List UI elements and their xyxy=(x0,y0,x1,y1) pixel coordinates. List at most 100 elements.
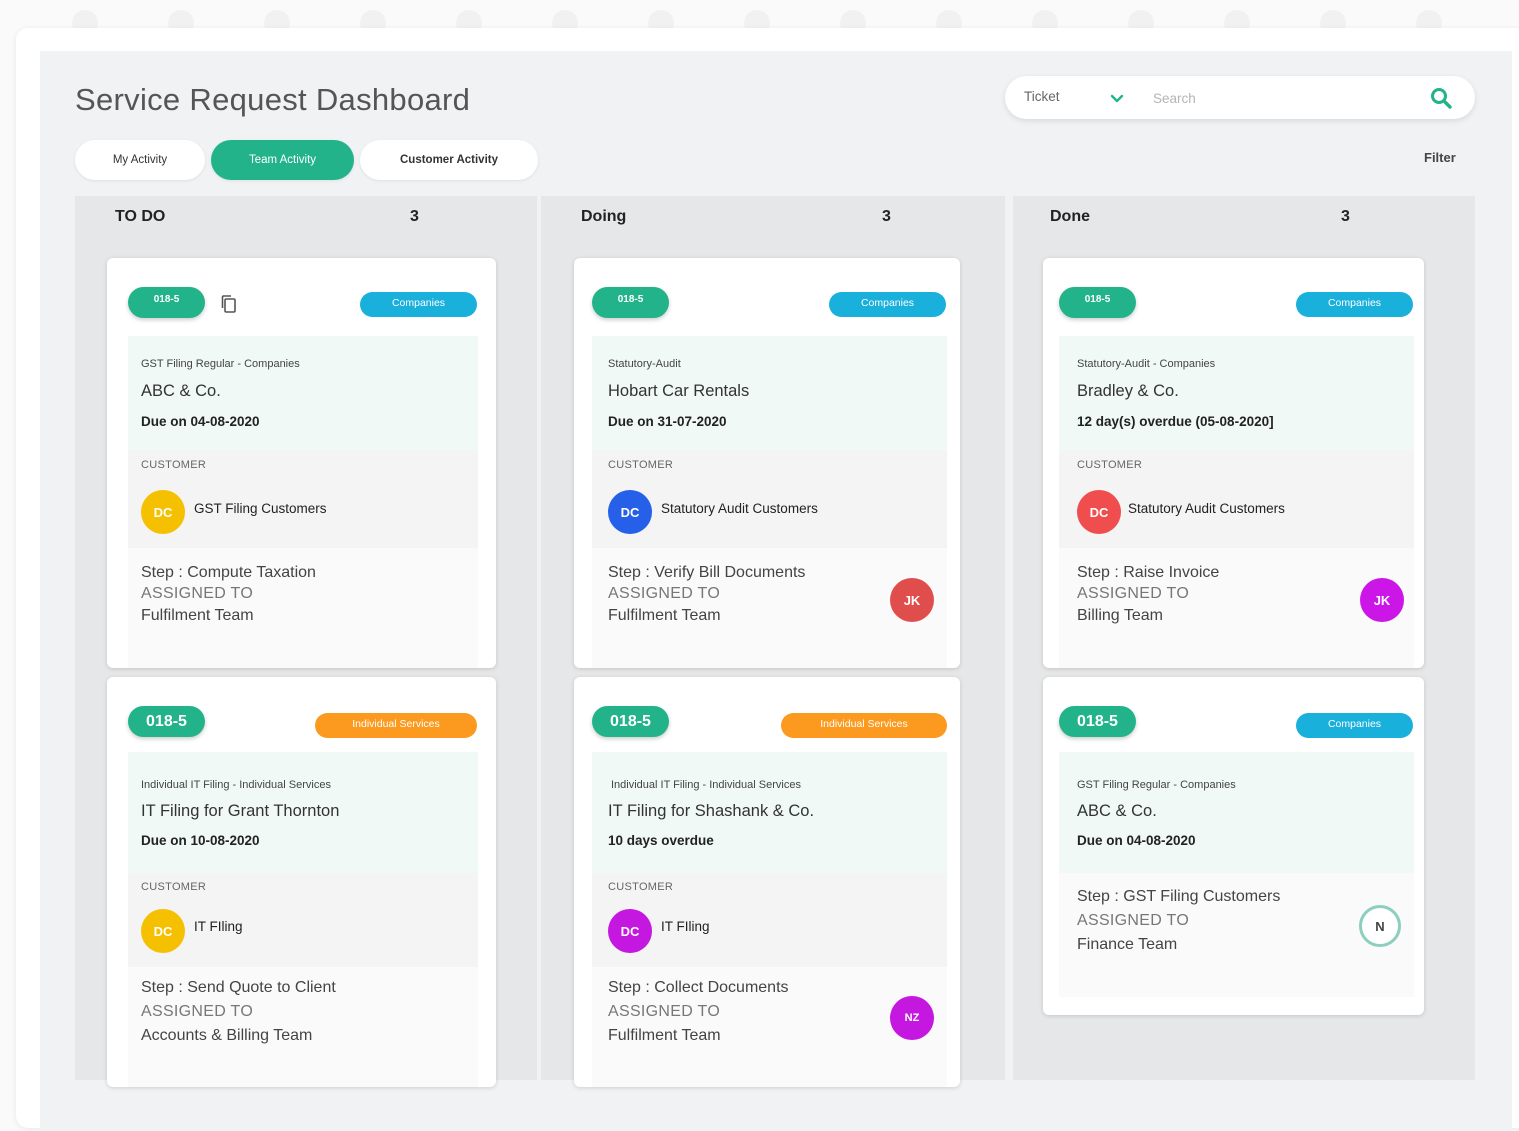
service-name: Individual IT Filing - Individual Servic… xyxy=(611,779,801,791)
filter-button[interactable]: Filter xyxy=(1424,150,1456,165)
customer-label: CUSTOMER xyxy=(608,881,674,893)
due-date: Due on 31-07-2020 xyxy=(608,414,727,429)
step-name: Step : Collect Documents xyxy=(608,979,789,996)
ticket-card[interactable]: 018-5 Companies Statutory-Audit Hobart C… xyxy=(574,258,960,668)
column-count-doing: 3 xyxy=(882,208,891,225)
chevron-down-icon[interactable] xyxy=(1108,89,1126,107)
customer-section: CUSTOMER DC Statutory Audit Customers xyxy=(1059,451,1414,548)
due-date: 10 days overdue xyxy=(608,833,714,848)
service-name: Individual IT Filing - Individual Servic… xyxy=(141,779,331,791)
ticket-card[interactable]: 018-5 Individual Services Individual IT … xyxy=(574,677,960,1087)
due-date: Due on 10-08-2020 xyxy=(141,833,260,848)
assigned-team: Finance Team xyxy=(1077,936,1178,953)
assigned-to-label: ASSIGNED TO xyxy=(141,585,254,602)
page-title: Service Request Dashboard xyxy=(75,82,471,117)
assignee-avatar[interactable]: JK xyxy=(890,578,934,622)
assigned-team: Fulfilment Team xyxy=(608,1027,721,1044)
due-date: Due on 04-08-2020 xyxy=(1077,833,1196,848)
step-section: Step : Compute Taxation ASSIGNED TO Fulf… xyxy=(128,548,478,668)
category-tag: Companies xyxy=(1296,713,1413,738)
service-name: Statutory-Audit xyxy=(608,358,681,370)
client-name: IT Filing for Shashank & Co. xyxy=(608,802,815,820)
assigned-team: Fulfilment Team xyxy=(608,607,721,624)
search-icon[interactable] xyxy=(1429,86,1453,110)
ticket-card[interactable]: 018-5 Companies Statutory-Audit - Compan… xyxy=(1043,258,1424,668)
client-name: ABC & Co. xyxy=(1077,802,1157,820)
customer-name: IT FIling xyxy=(661,919,710,934)
category-tag: Companies xyxy=(829,292,946,317)
ticket-id-badge[interactable]: 018-5 xyxy=(1059,287,1136,318)
search-bar: Ticket xyxy=(1005,76,1475,119)
search-input[interactable] xyxy=(1151,84,1415,112)
assigned-team: Billing Team xyxy=(1077,607,1163,624)
assigned-to-label: ASSIGNED TO xyxy=(1077,585,1190,602)
assigned-team: Accounts & Billing Team xyxy=(141,1027,313,1044)
client-name: ABC & Co. xyxy=(141,382,221,400)
assignee-avatar[interactable]: JK xyxy=(1360,578,1404,622)
ticket-info: Individual IT Filing - Individual Servic… xyxy=(128,752,478,873)
ticket-card[interactable]: 018-5 Companies GST Filing Regular - Com… xyxy=(1043,677,1424,1015)
due-date: 12 day(s) overdue (05-08-2020] xyxy=(1077,414,1274,429)
customer-label: CUSTOMER xyxy=(1077,459,1143,471)
step-name: Step : Send Quote to Client xyxy=(141,979,336,996)
step-section: Step : Raise Invoice ASSIGNED TO Billing… xyxy=(1059,548,1414,668)
ticket-info: GST Filing Regular - Companies ABC & Co.… xyxy=(1059,752,1414,873)
service-name: GST Filing Regular - Companies xyxy=(1077,779,1236,791)
customer-avatar: DC xyxy=(141,490,185,534)
tab-my-activity[interactable]: My Activity xyxy=(75,140,205,180)
tab-team-activity[interactable]: Team Activity xyxy=(211,140,354,180)
client-name: IT Filing for Grant Thornton xyxy=(141,802,340,820)
ticket-id-badge[interactable]: 018-5 xyxy=(1059,706,1136,737)
customer-name: IT FIling xyxy=(194,919,243,934)
step-name: Step : Compute Taxation xyxy=(141,564,316,581)
step-name: Step : Raise Invoice xyxy=(1077,564,1220,581)
assigned-team: Fulfilment Team xyxy=(141,607,254,624)
ticket-id-badge[interactable]: 018-5 xyxy=(128,706,205,737)
column-title-doing: Doing xyxy=(581,208,627,225)
assigned-to-label: ASSIGNED TO xyxy=(1077,912,1190,929)
category-tag: Individual Services xyxy=(781,713,947,738)
ticket-info: GST Filing Regular - Companies ABC & Co.… xyxy=(128,336,478,451)
assignee-avatar[interactable]: NZ xyxy=(890,996,934,1040)
ticket-info: Individual IT Filing - Individual Servic… xyxy=(592,752,947,873)
step-section: Step : Send Quote to Client ASSIGNED TO … xyxy=(128,967,478,1087)
assignee-avatar[interactable]: N xyxy=(1359,905,1401,947)
category-tag: Companies xyxy=(360,292,477,317)
search-type-select[interactable]: Ticket xyxy=(1024,89,1060,104)
ticket-info: Statutory-Audit - Companies Bradley & Co… xyxy=(1059,336,1414,451)
category-tag: Companies xyxy=(1296,292,1413,317)
customer-avatar: DC xyxy=(141,909,185,953)
tab-customer-activity[interactable]: Customer Activity xyxy=(360,140,538,180)
step-name: Step : GST Filing Customers xyxy=(1077,888,1281,905)
customer-avatar: DC xyxy=(608,490,652,534)
customer-label: CUSTOMER xyxy=(141,881,207,893)
ticket-card[interactable]: 018-5 Companies GST Filing Regular - Com… xyxy=(107,258,496,668)
column-count-done: 3 xyxy=(1341,208,1350,225)
customer-name: Statutory Audit Customers xyxy=(661,501,818,516)
ticket-id-badge[interactable]: 018-5 xyxy=(128,287,205,318)
step-section: Step : GST Filing Customers ASSIGNED TO … xyxy=(1059,873,1414,997)
column-title-done: Done xyxy=(1050,208,1090,225)
customer-name: GST Filing Customers xyxy=(194,501,327,516)
customer-section: CUSTOMER DC GST Filing Customers xyxy=(128,451,478,548)
customer-avatar: DC xyxy=(608,909,652,953)
client-name: Hobart Car Rentals xyxy=(608,382,750,400)
customer-section: CUSTOMER DC IT FIling xyxy=(592,873,947,967)
service-name: Statutory-Audit - Companies xyxy=(1077,358,1216,370)
customer-avatar: DC xyxy=(1077,490,1121,534)
customer-section: CUSTOMER DC Statutory Audit Customers xyxy=(592,451,947,548)
ticket-card[interactable]: 018-5 Individual Services Individual IT … xyxy=(107,677,496,1087)
customer-section: CUSTOMER DC IT FIling xyxy=(128,873,478,967)
copy-icon[interactable] xyxy=(220,294,238,314)
assigned-to-label: ASSIGNED TO xyxy=(608,1003,721,1020)
assigned-to-label: ASSIGNED TO xyxy=(608,585,721,602)
customer-label: CUSTOMER xyxy=(608,459,674,471)
category-tag: Individual Services xyxy=(315,713,477,738)
assigned-to-label: ASSIGNED TO xyxy=(141,1003,254,1020)
customer-label: CUSTOMER xyxy=(141,459,207,471)
due-date: Due on 04-08-2020 xyxy=(141,414,260,429)
step-section: Step : Collect Documents ASSIGNED TO Ful… xyxy=(592,967,947,1087)
ticket-id-badge[interactable]: 018-5 xyxy=(592,706,669,737)
ticket-id-badge[interactable]: 018-5 xyxy=(592,287,669,318)
service-name: GST Filing Regular - Companies xyxy=(141,358,300,370)
